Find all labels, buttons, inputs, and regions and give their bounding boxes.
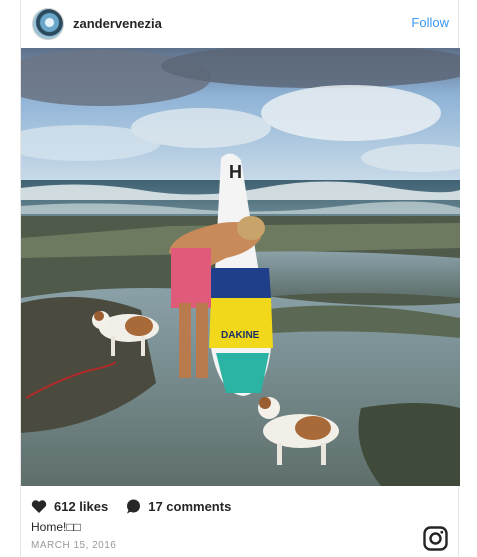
post-caption: Home!□□ <box>31 520 81 534</box>
avatar[interactable] <box>32 8 64 40</box>
likes-count: 612 likes <box>54 498 109 514</box>
instagram-icon[interactable] <box>423 526 448 551</box>
post-card: zandervenezia Follow DAKINE H 612 likes … <box>20 0 460 557</box>
username[interactable]: zandervenezia <box>73 16 162 31</box>
svg-text:H: H <box>229 162 242 182</box>
post-photo[interactable]: DAKINE H <box>21 48 460 486</box>
comment-icon[interactable] <box>126 499 141 514</box>
comments-count[interactable]: 17 comments <box>148 499 231 514</box>
follow-button[interactable]: Follow <box>411 15 449 30</box>
svg-text:DAKINE: DAKINE <box>221 330 260 341</box>
post-actions: 612 likes 17 comments <box>31 496 231 516</box>
heart-icon[interactable] <box>31 499 47 514</box>
post-date: MARCH 15, 2016 <box>31 540 117 551</box>
post-header: zandervenezia Follow <box>21 0 458 48</box>
